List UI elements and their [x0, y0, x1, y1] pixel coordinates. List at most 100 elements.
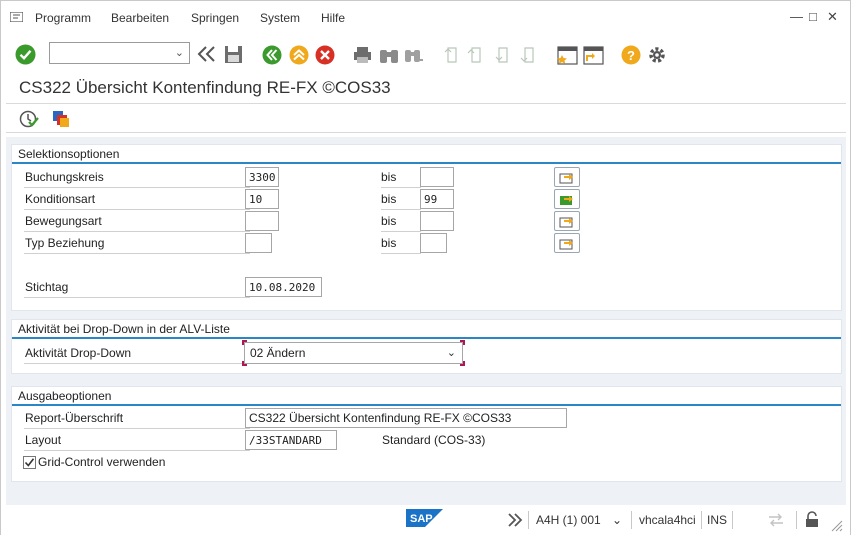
first-page-icon[interactable] — [443, 46, 461, 64]
multiple-selection-icon — [559, 217, 573, 228]
label-stichtag: Stichtag — [25, 280, 69, 294]
konditionsart-from-input[interactable]: 10 — [245, 189, 279, 209]
bis-label: bis — [381, 236, 397, 250]
label-typ-beziehung: Typ Beziehung — [25, 236, 105, 250]
command-field[interactable]: ⌄ — [49, 42, 190, 64]
group-title-underline — [12, 162, 841, 164]
collapse-icon[interactable] — [197, 46, 217, 62]
multiple-selection-button[interactable] — [554, 211, 580, 231]
create-session-icon[interactable] — [557, 45, 578, 65]
label-underline — [24, 363, 250, 364]
print-icon[interactable] — [353, 46, 372, 64]
cancel-icon[interactable] — [315, 45, 335, 65]
input-mode[interactable]: INS — [707, 513, 727, 527]
typ-beziehung-to-input[interactable] — [420, 233, 447, 253]
menu-item-hilfe[interactable]: Hilfe — [321, 11, 345, 25]
sap-gui-window: Programm Bearbeiten Springen System Hilf… — [0, 0, 851, 535]
buchungskreis-from-input[interactable]: 3300 — [245, 167, 279, 187]
menu-item-programm[interactable]: Programm — [35, 11, 91, 25]
multiple-selection-icon — [559, 239, 573, 250]
label-underline — [381, 187, 421, 188]
minimize-icon[interactable]: — — [790, 10, 803, 24]
application-toolbar-divider — [6, 132, 846, 133]
chevron-down-icon[interactable]: ⌄ — [447, 346, 456, 359]
selektionsoptionen-group: Selektionsoptionen Buchungskreis 3300 bi… — [11, 144, 842, 311]
focus-corner — [460, 340, 465, 345]
label-grid-control[interactable]: Grid-Control verwenden — [38, 455, 165, 469]
label-underline — [381, 231, 421, 232]
focus-corner — [242, 340, 247, 345]
bis-label: bis — [381, 170, 397, 184]
menu-item-springen[interactable]: Springen — [191, 11, 239, 25]
server-name: vhcala4hci — [639, 513, 696, 527]
label-report-ueberschrift: Report-Überschrift — [25, 411, 124, 425]
label-underline — [24, 450, 250, 451]
label-underline — [24, 187, 250, 188]
system-dropdown-chevron-icon[interactable]: ⌄ — [612, 513, 622, 527]
dropdown-selected-value: 02 Ändern — [250, 346, 306, 360]
label-underline — [381, 209, 421, 210]
status-divider — [631, 511, 632, 529]
label-underline — [24, 428, 250, 429]
aktivitaet-drop-down-select[interactable]: 02 Ändern ⌄ — [242, 340, 465, 366]
settings-icon[interactable] — [647, 45, 667, 65]
save-icon[interactable] — [224, 45, 243, 64]
expand-status-icon[interactable] — [507, 513, 523, 527]
find-next-icon[interactable] — [404, 46, 424, 64]
exit-icon[interactable] — [289, 45, 309, 65]
multiple-selection-button[interactable] — [554, 167, 580, 187]
sap-logo: SAP — [406, 509, 443, 527]
last-page-icon[interactable] — [520, 46, 538, 64]
svg-text:?: ? — [627, 48, 635, 63]
chevron-down-icon[interactable]: ⌄ — [175, 46, 184, 59]
bis-label: bis — [381, 192, 397, 206]
shortcut-icon[interactable] — [583, 45, 604, 65]
group-title-underline — [12, 404, 841, 406]
close-icon[interactable]: ✕ — [827, 10, 838, 24]
main-area: Selektionsoptionen Buchungskreis 3300 bi… — [6, 137, 846, 505]
previous-page-icon[interactable] — [467, 46, 485, 64]
help-icon[interactable]: ? — [621, 45, 641, 65]
label-underline — [381, 253, 421, 254]
next-page-icon[interactable] — [494, 46, 512, 64]
label-buchungskreis: Buchungskreis — [25, 170, 104, 184]
grid-control-checkbox[interactable] — [23, 456, 36, 469]
find-icon[interactable] — [379, 46, 399, 64]
execute-icon[interactable] — [19, 109, 39, 129]
typ-beziehung-from-input[interactable] — [245, 233, 272, 253]
bis-label: bis — [381, 214, 397, 228]
label-konditionsart: Konditionsart — [25, 192, 96, 206]
bewegungsart-to-input[interactable] — [420, 211, 454, 231]
status-divider — [701, 511, 702, 529]
bewegungsart-from-input[interactable] — [245, 211, 279, 231]
resize-grip-icon[interactable] — [831, 520, 843, 532]
label-underline — [24, 253, 250, 254]
layout-input[interactable]: /33STANDARD — [245, 430, 337, 450]
checkmark-icon — [24, 458, 35, 467]
menu-item-system[interactable]: System — [260, 11, 300, 25]
multiple-selection-button-active[interactable] — [554, 189, 580, 209]
page-title: CS322 Übersicht Kontenfindung RE-FX ©COS… — [19, 78, 391, 97]
stichtag-input[interactable]: 10.08.2020 — [245, 277, 322, 297]
status-divider — [796, 511, 797, 529]
report-ueberschrift-input[interactable]: CS322 Übersicht Kontenfindung RE-FX ©COS… — [245, 408, 567, 428]
status-divider — [732, 511, 733, 529]
buchungskreis-to-input[interactable] — [420, 167, 454, 187]
label-underline — [24, 209, 250, 210]
svg-text:SAP: SAP — [410, 513, 433, 525]
enter-check-icon[interactable] — [15, 44, 36, 65]
group-title-underline — [12, 337, 841, 339]
lock-icon[interactable] — [805, 511, 819, 528]
variants-icon[interactable] — [51, 109, 71, 129]
menu-icon[interactable] — [10, 12, 23, 22]
maximize-icon[interactable]: □ — [809, 10, 817, 24]
transfer-icon[interactable] — [768, 513, 784, 527]
system-info: A4H (1) 001 — [536, 513, 601, 527]
konditionsart-to-input[interactable]: 99 — [420, 189, 454, 209]
multiple-selection-button[interactable] — [554, 233, 580, 253]
group-title: Ausgabeoptionen — [18, 389, 112, 403]
menu-item-bearbeiten[interactable]: Bearbeiten — [111, 11, 169, 25]
back-icon[interactable] — [262, 45, 282, 65]
status-divider — [528, 511, 529, 529]
label-layout: Layout — [25, 433, 62, 447]
